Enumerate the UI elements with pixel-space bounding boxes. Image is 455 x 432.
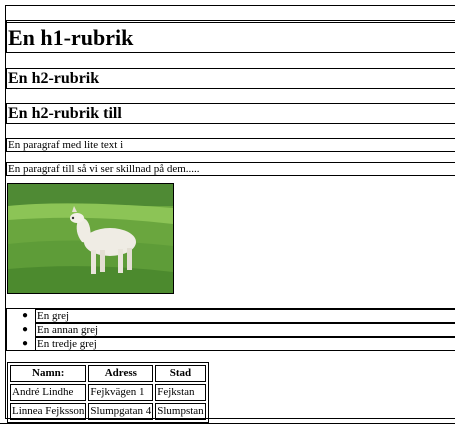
list-item: ● En grej <box>22 309 455 323</box>
table-cell: Slumpstan <box>155 403 206 420</box>
bullet-icon: ● <box>22 310 29 321</box>
bullet-list: ● En grej ● En annan grej ● En tredje grej <box>6 308 455 351</box>
page-body: En h1-rubrik En h2-rubrik En h2-rubrik t… <box>5 5 455 423</box>
table-row: André Lindhe Fejkvägen 1 Fejkstan <box>10 384 206 401</box>
table-cell: Fejkstan <box>155 384 206 401</box>
list-item: ● En tredje grej <box>22 337 455 351</box>
paragraph-second: En paragraf till så vi ser skillnad på d… <box>6 162 455 176</box>
column-header-address: Adress <box>88 365 154 382</box>
table-cell: Slumpgatan 4 <box>88 403 154 420</box>
alpaca-photo-graphic <box>8 184 173 293</box>
section-heading-h2: En h2-rubrik <box>6 68 455 89</box>
table-header-row: Namn: Adress Stad <box>10 365 206 382</box>
section-heading-h2-second: En h2-rubrik till <box>6 103 455 124</box>
address-table: Namn: Adress Stad André Lindhe Fejkvägen… <box>7 362 209 423</box>
table-cell: Fejkvägen 1 <box>88 384 154 401</box>
page-heading-h1: En h1-rubrik <box>6 22 455 53</box>
column-header-city: Stad <box>155 365 206 382</box>
table-cell: Linnea Fejksson <box>10 403 87 420</box>
paragraph-first: En paragraf med lite text i <box>6 138 455 152</box>
bottom-divider <box>0 423 455 424</box>
bullet-icon: ● <box>22 324 29 335</box>
list-item: ● En annan grej <box>22 323 455 337</box>
bullet-icon: ● <box>22 338 29 349</box>
alpaca-image <box>7 183 174 294</box>
column-header-name: Namn: <box>10 365 87 382</box>
table-row: Linnea Fejksson Slumpgatan 4 Slumpstan <box>10 403 206 420</box>
table-cell: André Lindhe <box>10 384 87 401</box>
